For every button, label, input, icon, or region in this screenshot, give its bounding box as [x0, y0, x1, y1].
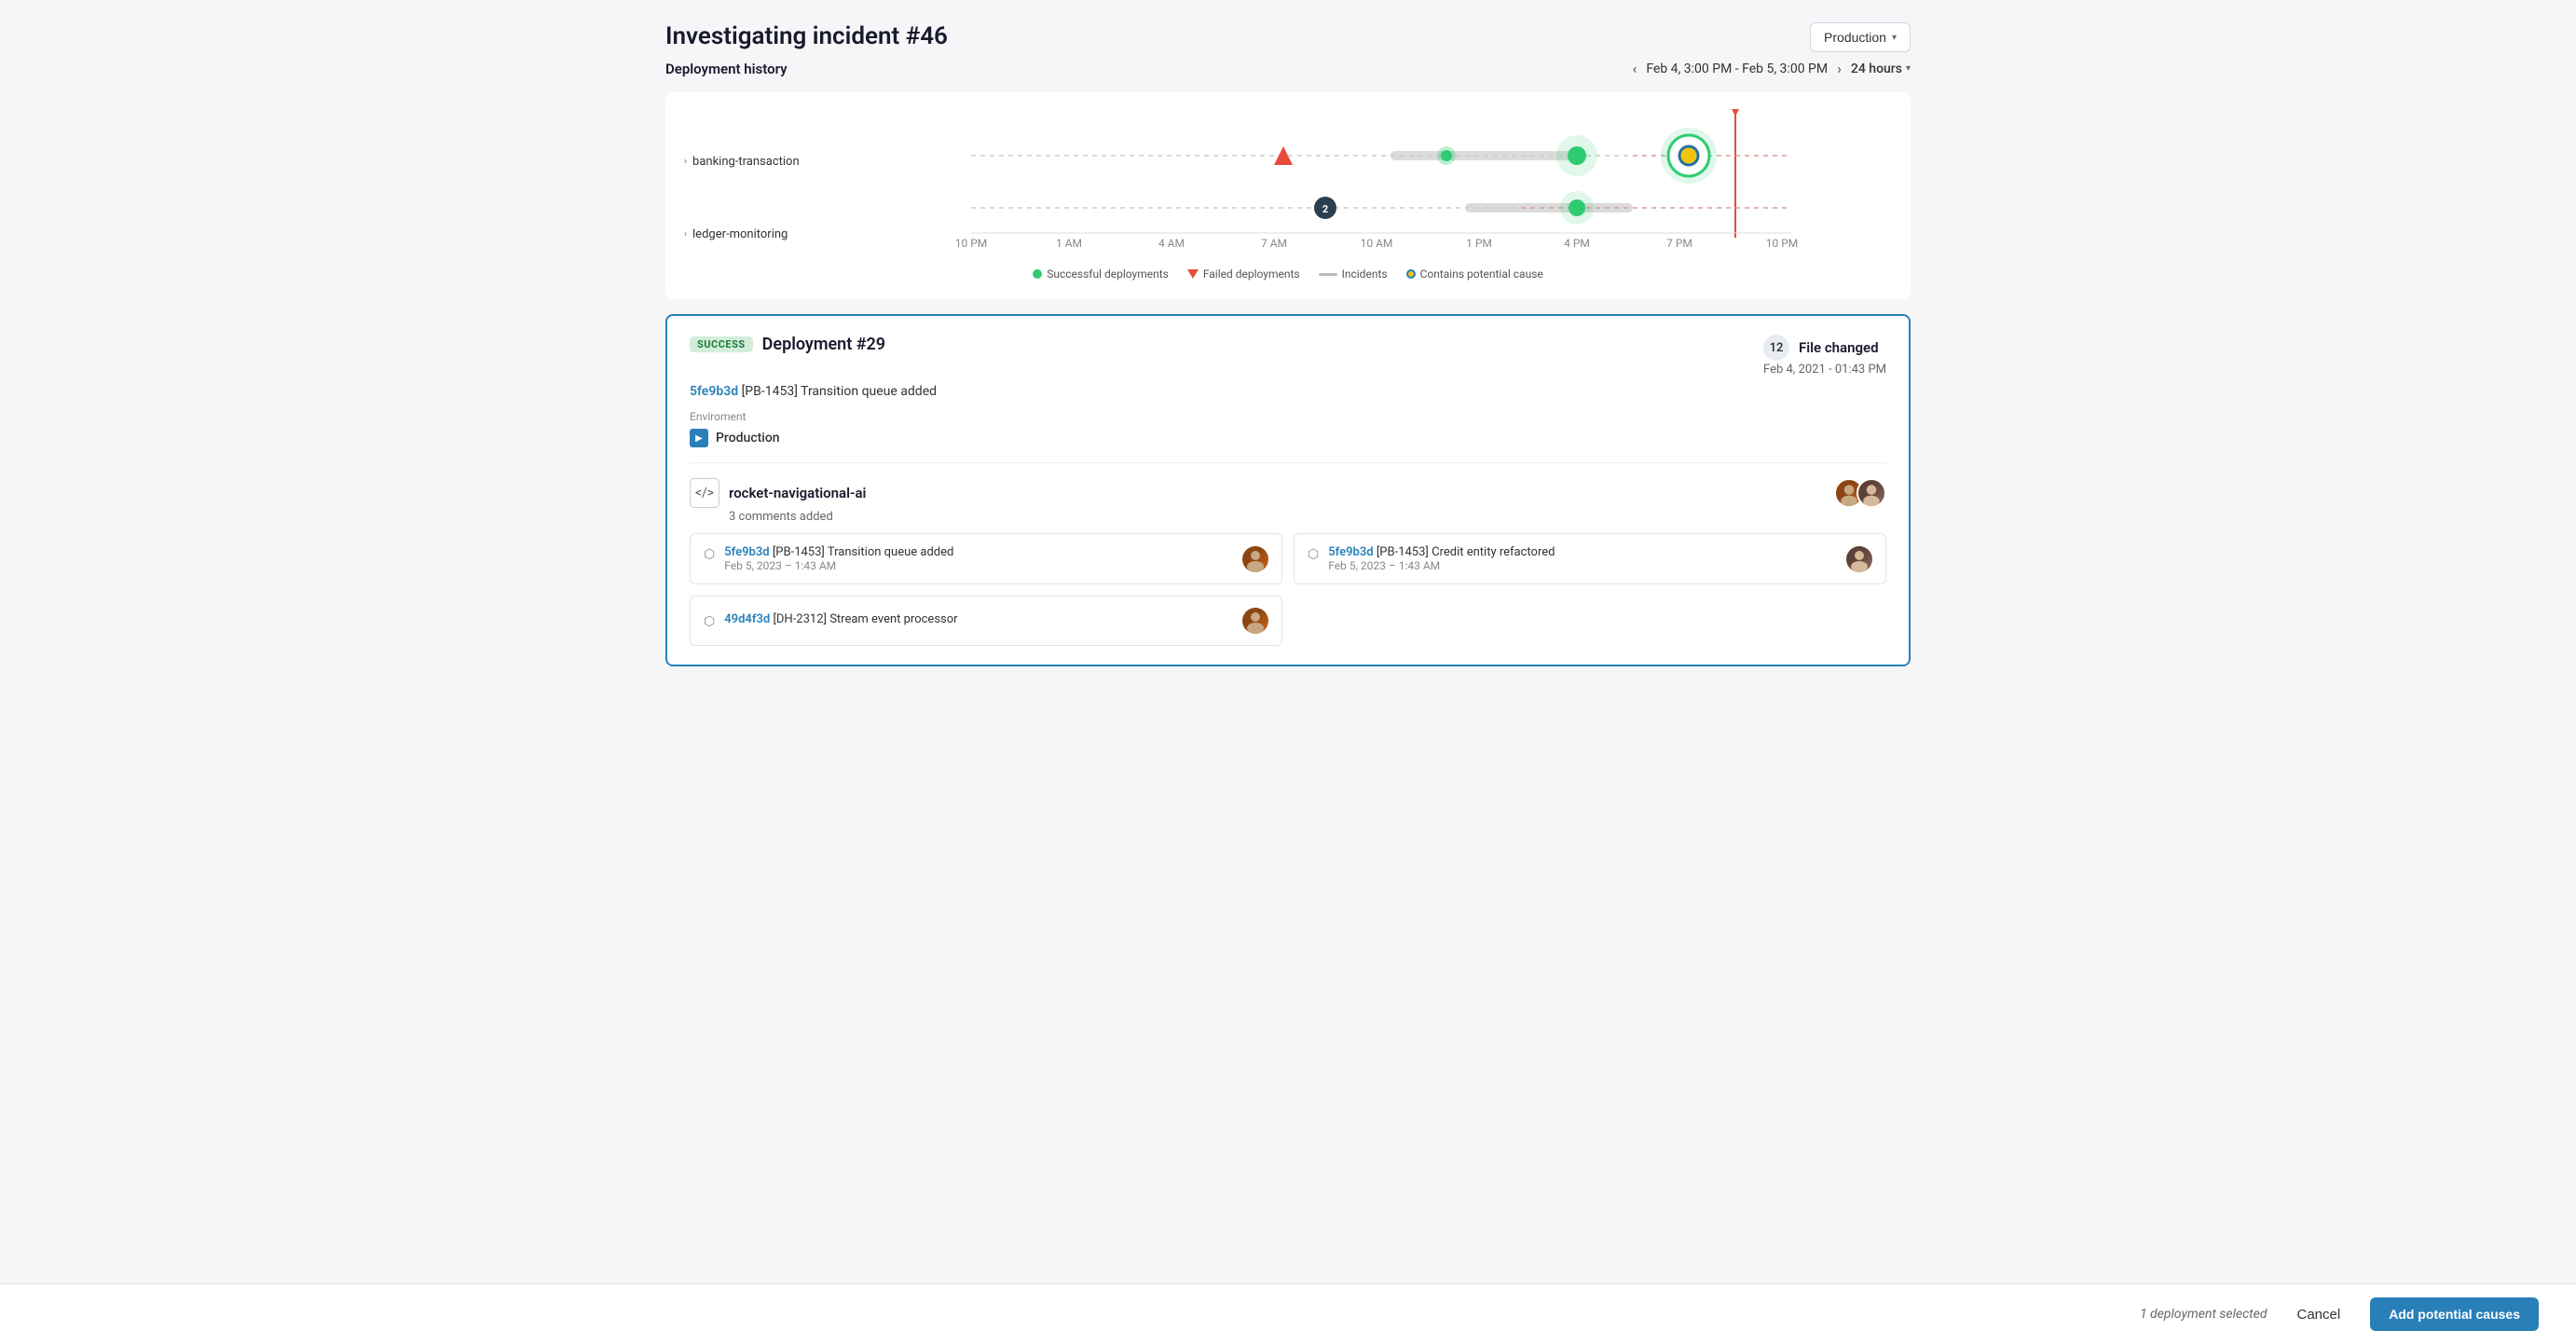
code-icon: </> — [690, 478, 719, 508]
commit-avatar-1 — [1242, 546, 1268, 572]
deployment-chart: 2 10 PM 1 AM 4 AM 7 AM 10 AM 1 PM 4 PM 7… — [870, 107, 1892, 256]
chevron-right-icon-2: › — [684, 229, 687, 240]
svg-text:7 PM: 7 PM — [1666, 237, 1692, 250]
svg-text:7 AM: 7 AM — [1261, 237, 1287, 250]
commit-ticket: [PB-1453] — [742, 384, 798, 399]
incidents-icon — [1319, 273, 1337, 276]
commit-icon-3: ⬡ — [704, 614, 715, 629]
deployment-history-title: Deployment history — [665, 61, 788, 77]
environment-name: Production — [716, 431, 780, 446]
time-selector-label: 24 hours — [1851, 62, 1902, 76]
svg-text:1 AM: 1 AM — [1056, 237, 1082, 250]
avatars-group — [1834, 478, 1886, 508]
svg-text:10 PM: 10 PM — [955, 237, 988, 250]
service-row-banking[interactable]: › banking-transaction — [684, 133, 870, 189]
environment-label-text: Enviroment — [690, 410, 1886, 423]
repo-section: </> rocket-navigational-ai 3 comments ad… — [690, 478, 1886, 524]
time-selector-dropdown[interactable]: 24 hours ▾ — [1851, 62, 1911, 76]
time-navigation: ‹ Feb 4, 3:00 PM - Feb 5, 3:00 PM › 24 h… — [1633, 60, 1911, 77]
add-potential-causes-button[interactable]: Add potential causes — [2370, 1297, 2539, 1331]
commit-avatar-3 — [1242, 608, 1268, 634]
environment-value: ▶ Production — [690, 429, 1886, 447]
chart-legend: Successful deployments Failed deployment… — [684, 267, 1892, 281]
svg-text:4 PM: 4 PM — [1564, 237, 1590, 250]
commit-ref-3: 49d4f3d [DH-2312] Stream event processor — [724, 612, 957, 626]
successful-icon — [1033, 269, 1042, 279]
service-name-ledger: ledger-monitoring — [692, 227, 788, 241]
legend-incidents-label: Incidents — [1342, 267, 1388, 281]
svg-text:1 PM: 1 PM — [1466, 237, 1492, 250]
commit-message: Transition queue added — [801, 384, 937, 399]
date-range: Feb 4, 3:00 PM - Feb 5, 3:00 PM — [1646, 62, 1828, 76]
commit-card-2[interactable]: ⬡ 5fe9b3d [PB-1453] Credit entity refact… — [1294, 533, 1886, 584]
commit-date-1: Feb 5, 2023 – 1:43 AM — [724, 559, 953, 572]
avatar-2 — [1857, 478, 1886, 508]
commit-date-2: Feb 5, 2023 – 1:43 AM — [1328, 559, 1555, 572]
repo-name: rocket-navigational-ai — [729, 485, 866, 501]
chevron-down-icon: ▾ — [1892, 33, 1897, 43]
environment-label: Production — [1824, 30, 1886, 45]
prev-arrow[interactable]: ‹ — [1633, 60, 1637, 77]
legend-failed: Failed deployments — [1187, 267, 1300, 281]
selected-count-text: 1 deployment selected — [2140, 1307, 2268, 1322]
svg-text:10 PM: 10 PM — [1766, 237, 1799, 250]
next-arrow[interactable]: › — [1837, 60, 1842, 77]
production-icon: ▶ — [690, 429, 708, 447]
commit-icon-1: ⬡ — [704, 547, 715, 562]
legend-failed-label: Failed deployments — [1203, 267, 1300, 281]
file-changed-date: Feb 4, 2021 - 01:43 PM — [1763, 363, 1886, 377]
file-changed-label: File changed — [1799, 339, 1879, 356]
commit-line: 5fe9b3d [PB-1453] Transition queue added — [690, 384, 1886, 399]
legend-successful: Successful deployments — [1033, 267, 1169, 281]
service-row-ledger[interactable]: › ledger-monitoring — [684, 206, 870, 262]
status-badge: SUCCESS — [690, 336, 753, 352]
commit-avatar-2 — [1846, 546, 1872, 572]
svg-text:10 AM: 10 AM — [1361, 237, 1393, 250]
commits-grid: ⬡ 5fe9b3d [PB-1453] Transition queue add… — [690, 533, 1886, 646]
svg-text:2: 2 — [1322, 203, 1328, 215]
potential-cause-icon — [1406, 269, 1416, 279]
cancel-button[interactable]: Cancel — [2281, 1299, 2355, 1330]
commit-icon-2: ⬡ — [1308, 547, 1319, 562]
commit-hash: 5fe9b3d — [690, 384, 738, 399]
time-chevron-down-icon: ▾ — [1906, 63, 1911, 74]
legend-incidents: Incidents — [1319, 267, 1388, 281]
legend-potential: Contains potential cause — [1406, 267, 1543, 281]
commit-card-1[interactable]: ⬡ 5fe9b3d [PB-1453] Transition queue add… — [690, 533, 1282, 584]
commit-ref-2: 5fe9b3d [PB-1453] Credit entity refactor… — [1328, 545, 1555, 559]
commit-card-3[interactable]: ⬡ 49d4f3d [DH-2312] Stream event process… — [690, 596, 1282, 646]
file-count-badge: 12 — [1763, 335, 1789, 361]
deployment-card: SUCCESS Deployment #29 12 File changed F… — [665, 314, 1911, 666]
commit-ref-1: 5fe9b3d [PB-1453] Transition queue added — [724, 545, 953, 559]
legend-successful-label: Successful deployments — [1047, 267, 1169, 281]
comments-text: 3 comments added — [729, 510, 866, 524]
page-title: Investigating incident #46 — [665, 22, 948, 50]
environment-dropdown[interactable]: Production ▾ — [1810, 22, 1911, 52]
legend-potential-label: Contains potential cause — [1420, 267, 1543, 281]
service-name-banking: banking-transaction — [692, 155, 800, 169]
divider — [690, 462, 1886, 463]
failed-icon — [1187, 269, 1199, 279]
svg-text:4 AM: 4 AM — [1158, 237, 1185, 250]
chevron-right-icon: › — [684, 157, 687, 167]
chart-container: › banking-transaction › ledger-monitorin… — [665, 92, 1911, 299]
bottom-bar: 1 deployment selected Cancel Add potenti… — [0, 1283, 2576, 1344]
deployment-title: Deployment #29 — [762, 335, 885, 354]
